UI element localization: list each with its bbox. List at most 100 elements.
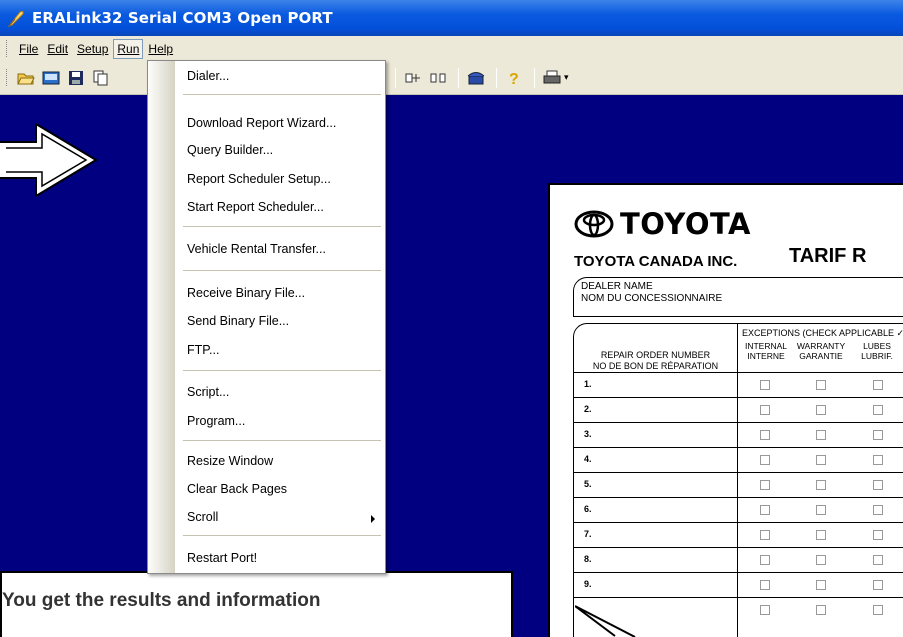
row-number: 3.	[584, 429, 592, 439]
menu-separator	[183, 535, 381, 536]
menu-setup[interactable]: Setup	[73, 39, 112, 59]
toyota-logo: TOYOTA	[574, 207, 751, 241]
internal-checkbox[interactable]	[760, 405, 770, 415]
menu-file-label: File	[19, 41, 39, 56]
app-feather-icon[interactable]	[6, 8, 26, 28]
save-icon[interactable]	[65, 67, 87, 89]
toyota-report-form: TOYOTA TOYOTA CANADA INC. TARIF R DEALER…	[548, 183, 903, 637]
menu-item-restart-port[interactable]: Restart Port!	[187, 551, 257, 565]
internal-checkbox[interactable]	[760, 580, 770, 590]
print-dropdown-arrow-icon[interactable]: ▾	[564, 72, 569, 83]
menu-item-report-scheduler-setup[interactable]: Report Scheduler Setup...	[187, 172, 331, 186]
lubes-checkbox[interactable]	[873, 480, 883, 490]
col-lubes-fr: LUBRIF.	[861, 351, 893, 361]
menu-run[interactable]: Run	[113, 38, 144, 59]
row-number: 4.	[584, 454, 592, 464]
toolbar-grip[interactable]	[6, 69, 9, 86]
menubar-grip[interactable]	[6, 40, 9, 57]
title-bar: ERALink32 Serial COM3 Open PORT	[0, 0, 903, 36]
print-icon[interactable]	[541, 67, 563, 89]
menu-item-send-binary-file[interactable]: Send Binary File...	[187, 314, 289, 328]
col-internal-en: INTERNAL	[744, 341, 788, 351]
warranty-checkbox[interactable]	[816, 530, 826, 540]
menu-item-ftp[interactable]: FTP...	[187, 343, 219, 357]
menu-file[interactable]: File	[15, 39, 42, 59]
menu-item-scroll[interactable]: Scroll	[187, 510, 218, 524]
pointer-arrow-graphic	[575, 605, 636, 637]
row-number: 1.	[584, 379, 592, 389]
menu-item-script[interactable]: Script...	[187, 385, 229, 399]
callout-box: You get the results and information	[0, 571, 513, 637]
table-row: 1.	[574, 372, 903, 397]
menu-item-start-report-scheduler[interactable]: Start Report Scheduler...	[187, 200, 324, 214]
lubes-checkbox[interactable]	[873, 605, 883, 615]
lubes-checkbox[interactable]	[873, 505, 883, 515]
exceptions-header: EXCEPTIONS (CHECK APPLICABLE ✓	[742, 328, 903, 338]
warranty-checkbox[interactable]	[816, 405, 826, 415]
warranty-checkbox[interactable]	[816, 555, 826, 565]
disconnect-icon[interactable]	[427, 67, 449, 89]
menu-item-program[interactable]: Program...	[187, 414, 245, 428]
copy-icon[interactable]	[90, 67, 112, 89]
internal-checkbox[interactable]	[760, 530, 770, 540]
internal-checkbox[interactable]	[760, 605, 770, 615]
warranty-checkbox[interactable]	[816, 580, 826, 590]
menu-item-resize-window[interactable]: Resize Window	[187, 454, 273, 468]
warranty-checkbox[interactable]	[816, 430, 826, 440]
menu-bar: File Edit Setup Run Help	[0, 36, 903, 61]
internal-checkbox[interactable]	[760, 455, 770, 465]
menu-item-vehicle-rental-transfer[interactable]: Vehicle Rental Transfer...	[187, 242, 326, 256]
submenu-arrow-icon	[371, 515, 375, 523]
menu-item-dialer[interactable]: Dialer...	[187, 69, 229, 83]
lubes-checkbox[interactable]	[873, 455, 883, 465]
terminal-icon[interactable]	[40, 67, 62, 89]
internal-checkbox[interactable]	[760, 380, 770, 390]
table-row: 5.	[574, 472, 903, 497]
lubes-checkbox[interactable]	[873, 380, 883, 390]
window-title: ERALink32 Serial COM3 Open PORT	[32, 9, 333, 27]
lubes-checkbox[interactable]	[873, 580, 883, 590]
internal-checkbox[interactable]	[760, 555, 770, 565]
col-internal-fr: INTERNE	[747, 351, 785, 361]
help-icon[interactable]: ?	[503, 67, 525, 89]
internal-checkbox[interactable]	[760, 480, 770, 490]
menu-separator	[183, 440, 381, 441]
warranty-checkbox[interactable]	[816, 380, 826, 390]
menu-separator	[183, 94, 381, 95]
warranty-checkbox[interactable]	[816, 455, 826, 465]
menu-item-receive-binary-file[interactable]: Receive Binary File...	[187, 286, 305, 300]
dealer-label-en: DEALER NAME	[581, 281, 653, 292]
menu-setup-label: Setup	[77, 41, 109, 56]
ro-header-en: REPAIR ORDER NUMBER	[600, 350, 711, 360]
col-warranty-fr: GARANTIE	[799, 351, 843, 361]
internal-checkbox[interactable]	[760, 505, 770, 515]
col-lubes-en: LUBES	[863, 341, 891, 351]
connect-icon[interactable]	[402, 67, 424, 89]
menu-item-clear-back-pages[interactable]: Clear Back Pages	[187, 482, 287, 496]
lubes-checkbox[interactable]	[873, 405, 883, 415]
menu-separator	[183, 226, 381, 227]
menu-help[interactable]: Help	[144, 39, 177, 59]
open-folder-icon[interactable]	[15, 67, 37, 89]
menu-item-query-builder[interactable]: Query Builder...	[187, 143, 273, 157]
lubes-checkbox[interactable]	[873, 430, 883, 440]
warranty-checkbox[interactable]	[816, 505, 826, 515]
table-row: 7.	[574, 522, 903, 547]
warranty-checkbox[interactable]	[816, 605, 826, 615]
menu-help-label: Help	[148, 41, 174, 56]
menu-separator	[183, 370, 381, 371]
dealer-name-box: DEALER NAME NOM DU CONCESSIONNAIRE	[573, 277, 903, 317]
row-number: 6.	[584, 504, 592, 514]
col-warranty-en: WARRANTY	[796, 341, 846, 351]
lubes-checkbox[interactable]	[873, 530, 883, 540]
lubes-checkbox[interactable]	[873, 555, 883, 565]
phone-icon[interactable]	[465, 67, 487, 89]
warranty-checkbox[interactable]	[816, 480, 826, 490]
menu-item-download-report-wizard[interactable]: Download Report Wizard...	[187, 116, 336, 130]
menu-run-label: Run	[117, 41, 140, 56]
table-row: 8.	[574, 547, 903, 572]
table-row: 3.	[574, 422, 903, 447]
menu-edit[interactable]: Edit	[43, 39, 72, 59]
internal-checkbox[interactable]	[760, 430, 770, 440]
table-row: 4.	[574, 447, 903, 472]
